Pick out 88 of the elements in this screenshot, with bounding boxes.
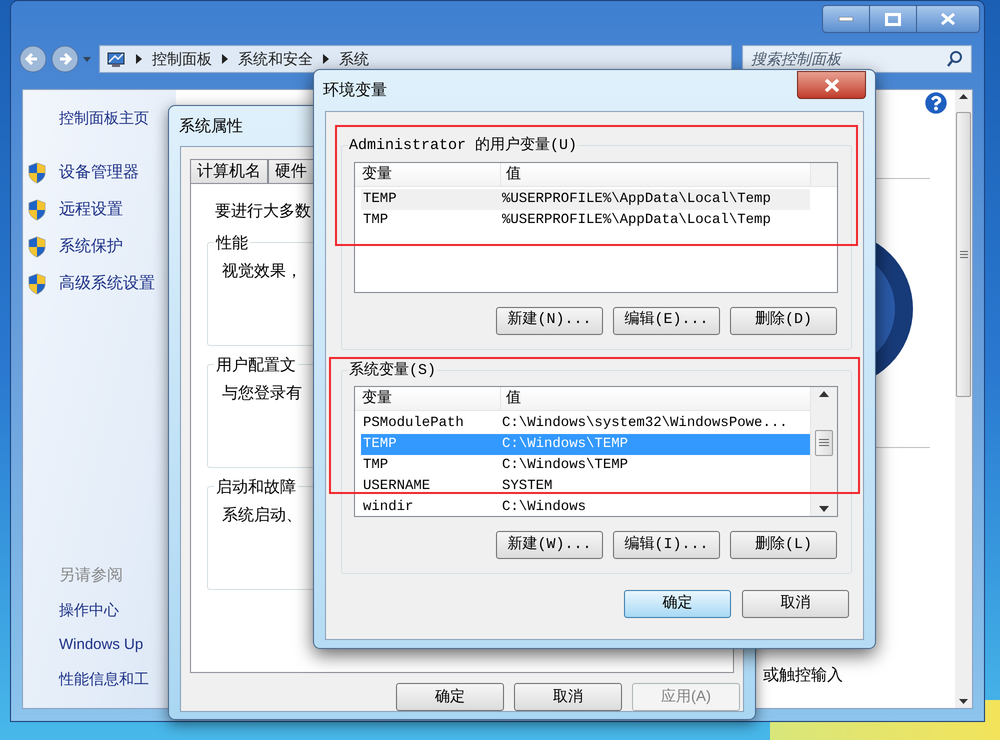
minimize-button[interactable] xyxy=(822,5,870,33)
variable-value: %USERPROFILE%\AppData\Local\Temp xyxy=(502,190,771,208)
dialog-title: 系统属性 xyxy=(179,116,243,137)
content-text: 或触控输入 xyxy=(763,666,844,686)
tab[interactable]: 计算机名 xyxy=(190,159,268,183)
search-field[interactable]: 搜索控制面板 xyxy=(742,45,972,73)
dialog-button[interactable]: 新建(N)... xyxy=(496,306,603,334)
column-header[interactable] xyxy=(810,162,837,186)
list-row[interactable]: TEMP %USERPROFILE%\AppData\Local\Temp xyxy=(361,188,810,210)
scrollbar[interactable] xyxy=(955,90,972,708)
scroll-down-icon[interactable] xyxy=(959,699,968,704)
shield-icon xyxy=(27,272,47,294)
column-header[interactable]: 值 xyxy=(501,162,810,186)
group-text: 与您登录有 xyxy=(222,384,302,404)
variable-value: C:\Windows\TEMP xyxy=(502,435,628,454)
variable-value: C:\Windows xyxy=(502,498,586,516)
scrollbar[interactable] xyxy=(810,387,837,516)
variable-value: C:\Windows\TEMP xyxy=(502,456,628,475)
nav-link[interactable]: 操作中心 xyxy=(59,600,119,622)
breadcrumb-item[interactable]: 系统 xyxy=(339,50,369,68)
dialog-button[interactable]: 编辑(E)... xyxy=(613,306,720,334)
variable-name: TMP xyxy=(362,210,390,230)
nav-link[interactable]: 高级系统设置 xyxy=(59,272,155,296)
scroll-up-icon[interactable] xyxy=(819,391,829,397)
dialog-button[interactable]: 取消 xyxy=(514,683,622,711)
list-row[interactable]: USERNAME SYSTEM xyxy=(361,476,810,497)
list-row[interactable]: windir C:\Windows xyxy=(361,497,810,516)
close-button[interactable] xyxy=(916,5,980,33)
search-input[interactable]: 搜索控制面板 xyxy=(751,50,847,68)
column-header[interactable]: 值 xyxy=(501,387,810,410)
shield-icon xyxy=(27,198,47,220)
nav-link[interactable]: 远程设置 xyxy=(59,198,123,222)
scroll-up-icon[interactable] xyxy=(959,94,968,99)
close-icon xyxy=(941,13,955,25)
dialog-button[interactable]: 删除(L) xyxy=(730,531,837,559)
variable-name: TEMP xyxy=(362,190,398,208)
nav-link[interactable]: 性能信息和工 xyxy=(59,668,149,691)
variable-name: windir xyxy=(362,498,414,516)
tab[interactable]: 硬件 xyxy=(268,159,314,183)
search-icon[interactable] xyxy=(947,51,963,67)
nav-link[interactable]: 设备管理器 xyxy=(59,160,139,184)
variable-value: SYSTEM xyxy=(502,477,552,496)
help-icon[interactable] xyxy=(925,92,947,114)
variable-name: PSModulePath xyxy=(362,414,465,433)
dialog-button[interactable]: 确定 xyxy=(624,590,731,618)
back-icon[interactable] xyxy=(19,45,47,73)
column-header[interactable]: 变量 xyxy=(355,162,501,186)
dialog-button[interactable]: 取消 xyxy=(742,590,849,618)
arrow-icon xyxy=(136,54,142,64)
arrow-icon xyxy=(323,54,329,64)
group-text: 系统启动、 xyxy=(222,506,302,526)
scroll-thumb[interactable] xyxy=(956,112,971,396)
breadcrumb-item[interactable]: 控制面板 xyxy=(152,50,212,68)
intro-text: 要进行大多数 xyxy=(215,202,311,222)
close-icon xyxy=(824,78,840,92)
dialog-button[interactable]: 确定 xyxy=(396,683,504,711)
maximize-button[interactable] xyxy=(870,5,916,33)
shield-icon xyxy=(27,162,47,184)
close-button[interactable] xyxy=(797,71,866,99)
variable-value: C:\Windows\system32\WindowsPowe... xyxy=(502,414,788,433)
nav-link[interactable]: 系统保护 xyxy=(59,234,123,258)
forward-icon[interactable] xyxy=(51,45,79,73)
minimize-icon xyxy=(839,17,853,21)
variable-name: TEMP xyxy=(362,435,398,454)
list-row[interactable]: PSModulePath C:\Windows\system32\WindowsPowe... xyxy=(361,413,810,434)
nav-link[interactable]: Windows Up xyxy=(59,634,144,656)
arrow-icon xyxy=(222,54,228,64)
dialog-title: 环境变量 xyxy=(323,80,387,101)
dropdown-icon[interactable] xyxy=(83,56,91,62)
list-row[interactable]: TMP C:\Windows\TEMP xyxy=(361,455,810,476)
address-bar[interactable]: 控制面板 系统和安全 系统 xyxy=(99,45,732,73)
shield-icon xyxy=(27,236,47,258)
dialog-button[interactable]: 编辑(I)... xyxy=(613,531,720,559)
control-panel-icon xyxy=(106,50,126,68)
column-header[interactable]: 变量 xyxy=(355,387,501,410)
scroll-down-icon[interactable] xyxy=(819,506,829,512)
breadcrumb-item[interactable]: 系统和安全 xyxy=(238,50,313,68)
variable-value: %USERPROFILE%\AppData\Local\Temp xyxy=(502,210,771,230)
list-row[interactable]: TMP %USERPROFILE%\AppData\Local\Temp xyxy=(361,210,810,230)
dialog-button[interactable]: 新建(W)... xyxy=(496,531,603,559)
dialog-button[interactable]: 删除(D) xyxy=(730,306,837,334)
section-heading: 另请参阅 xyxy=(59,566,123,586)
scroll-thumb[interactable] xyxy=(815,430,833,456)
nav-link[interactable]: 控制面板主页 xyxy=(59,108,149,130)
variable-name: USERNAME xyxy=(362,477,432,496)
variable-name: TMP xyxy=(362,456,390,475)
group-text: 视觉效果， xyxy=(222,262,302,282)
maximize-icon xyxy=(885,12,901,26)
